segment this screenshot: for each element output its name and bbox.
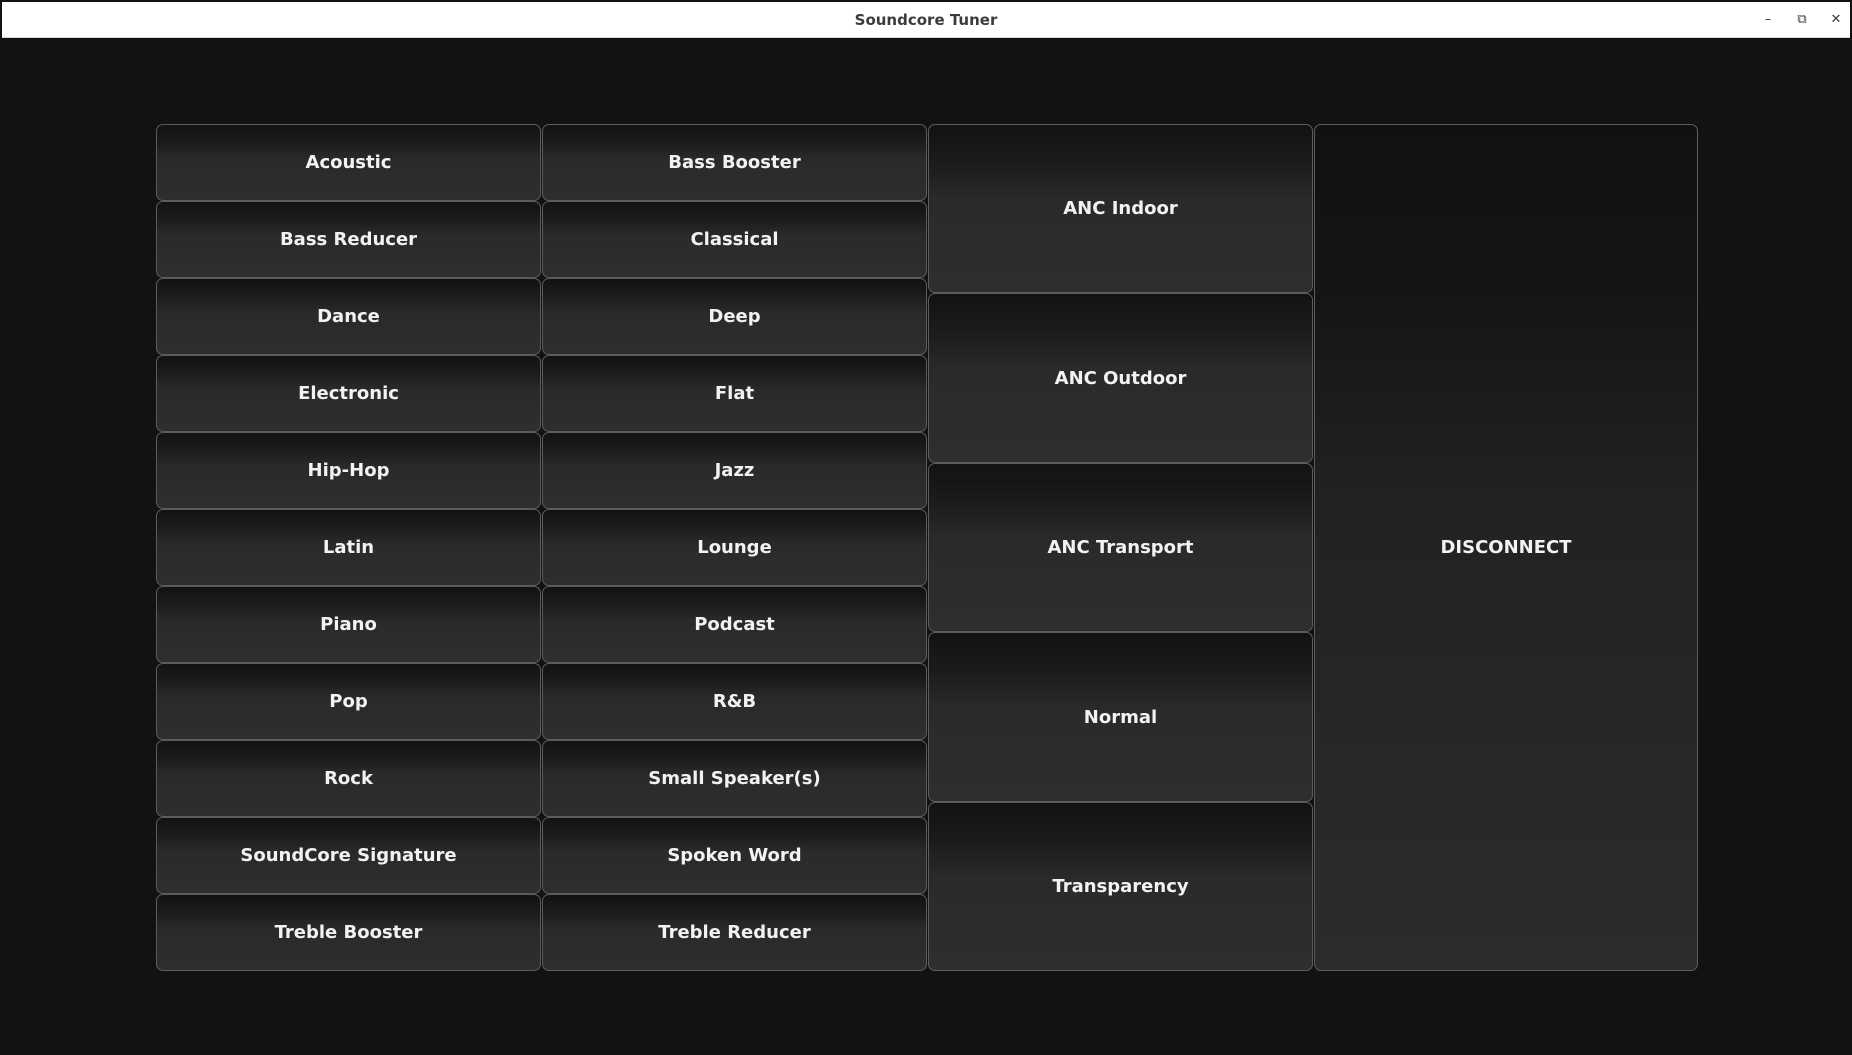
preset-button-soundcore-signature[interactable]: SoundCore Signature — [156, 817, 541, 894]
preset-button-latin[interactable]: Latin — [156, 509, 541, 586]
preset-button-electronic[interactable]: Electronic — [156, 355, 541, 432]
preset-button-treble-booster[interactable]: Treble Booster — [156, 894, 541, 971]
anc-button-transparency[interactable]: Transparency — [928, 802, 1313, 971]
preset-button-bass-reducer[interactable]: Bass Reducer — [156, 201, 541, 278]
preset-button-pop[interactable]: Pop — [156, 663, 541, 740]
preset-button-spoken-word[interactable]: Spoken Word — [542, 817, 927, 894]
anc-button-normal[interactable]: Normal — [928, 632, 1313, 802]
preset-button-lounge[interactable]: Lounge — [542, 509, 927, 586]
anc-button-transport[interactable]: ANC Transport — [928, 463, 1313, 632]
preset-button-classical[interactable]: Classical — [542, 201, 927, 278]
preset-button-small-speakers[interactable]: Small Speaker(s) — [542, 740, 927, 817]
preset-button-jazz[interactable]: Jazz — [542, 432, 927, 509]
anc-button-indoor[interactable]: ANC Indoor — [928, 124, 1313, 293]
preset-button-podcast[interactable]: Podcast — [542, 586, 927, 663]
preset-button-deep[interactable]: Deep — [542, 278, 927, 355]
preset-button-rock[interactable]: Rock — [156, 740, 541, 817]
close-icon[interactable]: ✕ — [1826, 10, 1846, 30]
app-window: Soundcore Tuner – ⧉ ✕ Acoustic Bass Redu… — [0, 0, 1852, 1055]
maximize-icon[interactable]: ⧉ — [1792, 10, 1812, 30]
preset-button-treble-reducer[interactable]: Treble Reducer — [542, 894, 927, 971]
anc-button-outdoor[interactable]: ANC Outdoor — [928, 293, 1313, 463]
preset-button-dance[interactable]: Dance — [156, 278, 541, 355]
preset-button-flat[interactable]: Flat — [542, 355, 927, 432]
minimize-icon[interactable]: – — [1758, 10, 1778, 30]
preset-button-acoustic[interactable]: Acoustic — [156, 124, 541, 201]
preset-button-piano[interactable]: Piano — [156, 586, 541, 663]
preset-button-hip-hop[interactable]: Hip-Hop — [156, 432, 541, 509]
preset-button-bass-booster[interactable]: Bass Booster — [542, 124, 927, 201]
preset-button-r-and-b[interactable]: R&B — [542, 663, 927, 740]
disconnect-button[interactable]: DISCONNECT — [1314, 124, 1698, 971]
window-title: Soundcore Tuner — [854, 11, 998, 29]
title-bar[interactable]: Soundcore Tuner – ⧉ ✕ — [2, 2, 1850, 38]
